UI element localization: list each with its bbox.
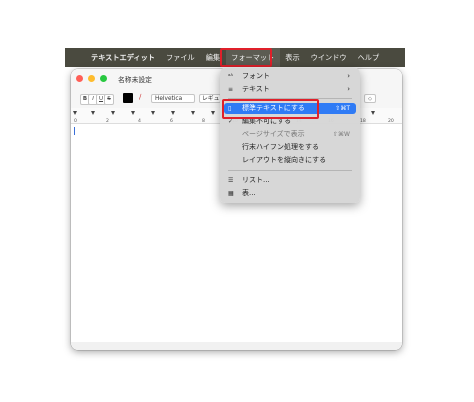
- zoom-button[interactable]: [100, 75, 107, 82]
- menu-item-list[interactable]: ☰ リスト...: [224, 175, 356, 186]
- plain-text-item-highlight: [222, 99, 319, 119]
- font-icon: ᵃᴬ: [228, 73, 233, 80]
- menu-item-allow-hyphenation[interactable]: 行末ハイフン処理をする: [224, 142, 356, 153]
- menu-item-font[interactable]: ᵃᴬ フォント ›: [224, 71, 356, 82]
- menu-item-label: 行末ハイフン処理をする: [242, 143, 319, 151]
- font-family-popup[interactable]: Helvetica: [151, 94, 195, 103]
- submenu-arrow-icon: ›: [347, 85, 350, 93]
- strikethrough-button[interactable]: S: [104, 94, 114, 105]
- menu-item-label: ページサイズで表示: [242, 130, 305, 138]
- list-icon: ☰: [228, 177, 234, 184]
- font-style-popup[interactable]: レギュ: [199, 94, 221, 103]
- menu-item-wrap-to-page[interactable]: ページサイズで表示 ⇧⌘W: [224, 129, 356, 140]
- menu-item-label: リスト...: [242, 176, 270, 184]
- text-color-swatch[interactable]: [123, 93, 133, 103]
- indent-marker-icon[interactable]: [73, 111, 77, 115]
- tab-stop-icon[interactable]: [91, 111, 95, 115]
- ruler-label: 8: [202, 119, 205, 124]
- menu-view[interactable]: 表示: [280, 48, 305, 67]
- menu-shortcut: ⇧⌘T: [335, 105, 350, 112]
- menu-window[interactable]: ウインドウ: [305, 48, 352, 67]
- tab-stop-icon[interactable]: [191, 111, 195, 115]
- menu-shortcut: ⇧⌘W: [333, 131, 350, 138]
- menu-item-label: テキスト: [242, 85, 270, 93]
- spacing-popup[interactable]: ◇: [364, 94, 376, 103]
- menu-item-label: フォント: [242, 72, 270, 80]
- menu-textedit[interactable]: テキストエディット: [87, 48, 160, 67]
- tab-stop-icon[interactable]: [211, 111, 215, 115]
- menu-item-vertical-layout[interactable]: レイアウトを縦向きにする: [224, 155, 356, 166]
- submenu-arrow-icon: ›: [347, 72, 350, 80]
- menu-help[interactable]: ヘルプ: [352, 48, 385, 67]
- text-align-icon: ≡: [228, 86, 234, 93]
- close-button[interactable]: [76, 75, 83, 82]
- ruler-label: 6: [170, 119, 173, 124]
- menu-separator: [228, 170, 352, 171]
- ruler-label: 20: [388, 119, 394, 124]
- table-icon: ▦: [228, 190, 234, 197]
- window-bottom-edge: [71, 342, 402, 350]
- menu-item-table[interactable]: ▦ 表...: [224, 188, 356, 199]
- tab-stop-icon[interactable]: [111, 111, 115, 115]
- format-menu-highlight: [220, 48, 272, 67]
- ruler-label: 4: [138, 119, 141, 124]
- text-cursor: [74, 127, 75, 135]
- tab-stop-icon[interactable]: [171, 111, 175, 115]
- tab-stop-icon[interactable]: [151, 111, 155, 115]
- menu-item-label: レイアウトを縦向きにする: [242, 156, 327, 164]
- menu-item-text[interactable]: ≡ テキスト ›: [224, 84, 356, 95]
- menu-item-label: 表...: [242, 189, 256, 197]
- menu-file[interactable]: ファイル: [160, 48, 200, 67]
- background-color-icon[interactable]: ∕: [139, 93, 141, 101]
- minimize-button[interactable]: [88, 75, 95, 82]
- tab-stop-icon[interactable]: [131, 111, 135, 115]
- ruler-label: 2: [106, 119, 109, 124]
- format-dropdown-menu: ᵃᴬ フォント › ≡ テキスト › ▯ 標準テキストにする ⇧⌘T ✓ 編集不…: [220, 68, 360, 203]
- ruler-label: 0: [74, 119, 77, 124]
- ruler-label: 18: [360, 119, 366, 124]
- window-title: 名称未設定: [118, 76, 152, 84]
- tab-stop-icon[interactable]: [371, 111, 375, 115]
